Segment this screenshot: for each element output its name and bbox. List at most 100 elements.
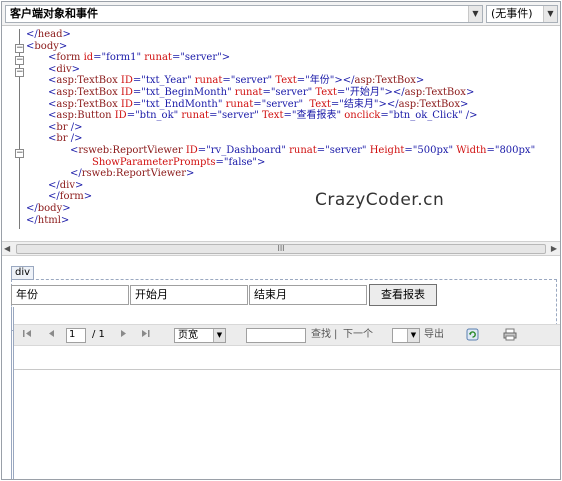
code-token: asp:TextBox	[404, 86, 466, 98]
end-month-textbox[interactable]: 结束月	[249, 285, 367, 305]
code-token: Text	[275, 75, 297, 87]
code-token: Text	[262, 110, 284, 122]
code-token: ="server"	[209, 110, 262, 122]
code-token: </	[342, 75, 355, 87]
collapse-icon[interactable]: −	[15, 149, 24, 158]
collapse-icon[interactable]: −	[15, 44, 24, 53]
code-line[interactable]: </html>	[26, 215, 535, 227]
code-token: head	[37, 29, 63, 40]
code-token: runat	[181, 110, 210, 122]
report-viewer-border	[11, 307, 12, 479]
chevron-down-icon[interactable]: ▼	[468, 6, 482, 22]
chevron-down-icon[interactable]: ▼	[213, 329, 225, 342]
code-token: </	[26, 29, 38, 40]
code-line[interactable]: <body>	[26, 41, 535, 53]
collapse-icon[interactable]: −	[15, 68, 24, 77]
code-token: Height	[369, 144, 405, 156]
code-token: ="开始月">	[336, 86, 393, 98]
code-token: runat	[194, 75, 223, 87]
find-next-link[interactable]: 下一个	[343, 328, 373, 342]
code-line[interactable]: <br />	[26, 133, 535, 145]
find-link[interactable]: 查找	[311, 328, 331, 342]
code-token: ID	[185, 144, 198, 156]
report-viewer-toolbar: 1 / 1 页宽 ▼ 查找 | 下一个 ▼ 导出	[14, 324, 560, 346]
code-token: ="500px"	[404, 144, 457, 156]
code-token: />	[70, 121, 83, 133]
events-dropdown[interactable]: (无事件) ▼	[486, 5, 558, 23]
zoom-select[interactable]: 页宽 ▼	[174, 328, 226, 343]
code-token: </	[26, 202, 38, 214]
client-objects-dropdown[interactable]: 客户端对象和事件 ▼	[5, 5, 483, 23]
code-token: ="txt_EndMonth"	[132, 98, 226, 110]
code-token: ="server"	[316, 144, 370, 156]
code-token: asp:TextBox	[56, 98, 121, 110]
chevron-down-icon[interactable]: ▼	[407, 329, 419, 342]
horizontal-scrollbar[interactable]: ◀ III ▶	[2, 241, 560, 256]
code-line[interactable]: </div>	[26, 180, 535, 192]
code-line[interactable]: </head>	[26, 29, 535, 41]
scroll-thumb[interactable]: III	[16, 244, 546, 254]
code-token: >	[62, 202, 71, 214]
page-total: / 1	[92, 329, 105, 340]
code-token: Text	[315, 86, 337, 98]
source-editor[interactable]: − − − − </head> <body> <form id="form1" ru…	[2, 27, 560, 241]
export-format-select[interactable]: ▼	[392, 328, 420, 343]
code-line[interactable]: <asp:TextBox ID="txt_BeginMonth" runat="…	[26, 87, 535, 99]
code-token: ="btn_ok"	[126, 110, 182, 122]
year-textbox[interactable]: 年份	[11, 285, 129, 305]
code-token: ="结束月">	[330, 98, 387, 110]
code-line[interactable]: </body>	[26, 203, 535, 215]
code-token: ="800px"	[486, 144, 536, 156]
zoom-value: 页宽	[178, 330, 198, 341]
code-line[interactable]: ShowParameterPrompts="false">	[26, 157, 535, 169]
code-text[interactable]: </head> <body> <form id="form1" runat="ser…	[26, 29, 535, 226]
chevron-down-icon[interactable]: ▼	[543, 6, 557, 22]
refresh-icon[interactable]	[466, 328, 479, 341]
collapse-icon[interactable]: −	[15, 56, 24, 65]
report-content-area	[14, 346, 560, 370]
last-page-icon[interactable]	[140, 328, 151, 339]
code-line[interactable]: <asp:TextBox ID="txt_Year" runat="server…	[26, 75, 535, 87]
code-line[interactable]: <rsweb:ReportViewer ID="rv_Dashboard" ru…	[26, 145, 535, 157]
code-token: >	[62, 29, 71, 40]
begin-month-textbox[interactable]: 开始月	[130, 285, 248, 305]
find-text-input[interactable]	[246, 328, 306, 343]
div-tag-label[interactable]: div	[11, 266, 35, 280]
code-token: >	[75, 179, 84, 191]
code-token: ="server"	[222, 75, 276, 87]
code-line[interactable]: <div>	[26, 64, 535, 76]
code-token: >	[71, 63, 81, 75]
scroll-thumb-grip: III	[277, 244, 285, 253]
first-page-icon[interactable]	[22, 328, 33, 339]
code-line[interactable]: <br />	[26, 122, 535, 134]
previous-page-icon[interactable]	[46, 328, 57, 339]
code-line[interactable]: <asp:Button ID="btn_ok" runat="server" T…	[26, 110, 535, 122]
code-token: body	[37, 202, 63, 214]
code-token: </	[48, 191, 60, 203]
export-link[interactable]: 导出	[424, 328, 444, 342]
code-token: </	[392, 86, 405, 98]
code-token: br	[56, 133, 71, 145]
code-line[interactable]: <asp:TextBox ID="txt_EndMonth" runat="se…	[26, 99, 535, 111]
code-token: runat	[289, 144, 317, 156]
scroll-left-icon[interactable]: ◀	[4, 244, 10, 253]
code-line[interactable]: <form id="form1" runat="server">	[26, 52, 535, 64]
print-icon[interactable]	[503, 328, 517, 341]
code-token: ID	[120, 86, 133, 98]
scroll-right-icon[interactable]: ▶	[551, 244, 557, 253]
code-token: >	[60, 214, 70, 226]
code-token: >	[83, 191, 93, 203]
code-token: id	[83, 52, 94, 64]
page-number-input[interactable]: 1	[66, 328, 86, 343]
event-bar: 客户端对象和事件 ▼ (无事件) ▼	[2, 2, 560, 26]
events-label: (无事件)	[491, 7, 533, 20]
code-token: >	[58, 40, 68, 52]
code-token: runat	[144, 52, 172, 64]
design-surface: div 年份 开始月 结束月 查看报表 1 / 1 页宽 ▼ 查找 | 下一个 …	[2, 257, 560, 479]
code-token: html	[37, 214, 61, 226]
code-line[interactable]: </form>	[26, 191, 535, 203]
next-page-icon[interactable]	[118, 328, 129, 339]
code-line[interactable]: </rsweb:ReportViewer>	[26, 168, 535, 180]
code-token: br	[56, 121, 71, 133]
view-report-button[interactable]: 查看报表	[369, 284, 437, 306]
